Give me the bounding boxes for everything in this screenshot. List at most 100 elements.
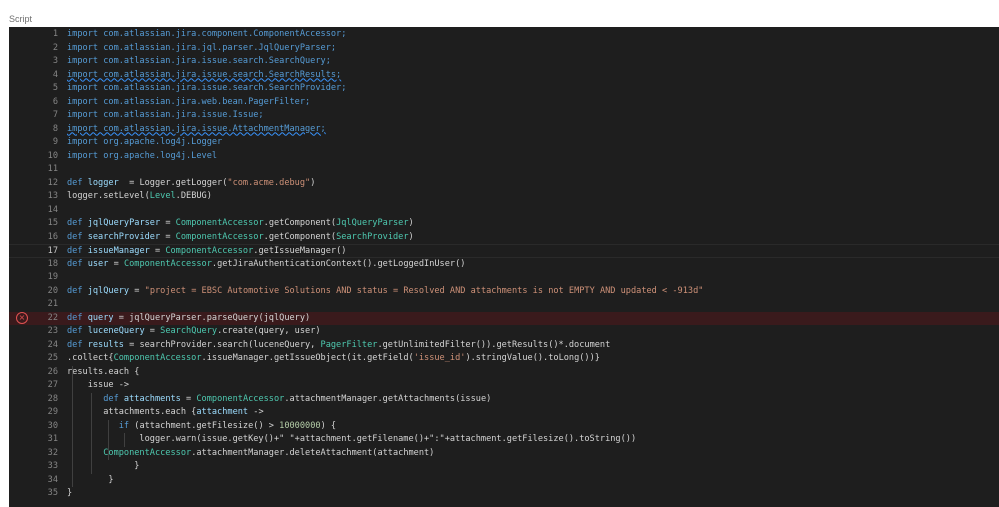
line-number: 12 (47, 177, 58, 188)
code-line[interactable]: 17 def issueManager = ComponentAccessor.g… (9, 244, 999, 258)
code-line[interactable]: 32 ComponentAccessor.attachmentManager.d… (9, 447, 999, 461)
code-line[interactable]: 33 } (9, 460, 999, 474)
code-text: import com.atlassian.jira.issue.search.S… (67, 82, 346, 96)
code-token: def (67, 177, 88, 188)
code-token: logger (87, 177, 119, 188)
code-line[interactable]: 9 import org.apache.log4j.Logger (9, 136, 999, 150)
code-token: ComponentAccessor (196, 393, 285, 404)
code-line[interactable]: 10 import org.apache.log4j.Level (9, 150, 999, 164)
code-line[interactable]: 2 import com.atlassian.jira.jql.parser.Jq… (9, 42, 999, 56)
line-number: 8 (52, 123, 58, 134)
indent-guide (108, 419, 109, 460)
code-token: ) (408, 218, 414, 228)
code-token: logger.setLevel( (67, 191, 150, 201)
code-token: if (118, 420, 130, 431)
code-text: attachments.each {attachment -> (67, 406, 263, 420)
code-line[interactable]: 31 logger.warn(issue.getKey()+" "+attach… (9, 433, 999, 447)
code-line[interactable]: 24 def results = searchProvider.search(lu… (9, 339, 999, 353)
code-editor[interactable]: 1 import com.atlassian.jira.component.Com… (9, 27, 999, 507)
code-token: import com.atlassian.jira.web.bean.Pager… (67, 96, 311, 107)
code-line[interactable]: 1 import com.atlassian.jira.component.Com… (9, 28, 999, 42)
line-number: 7 (52, 110, 58, 120)
code-line[interactable]: 16 def searchProvider = ComponentAccessor… (9, 231, 999, 245)
code-line[interactable]: 30 if (attachment.getFilesize() > 100000… (9, 420, 999, 434)
code-token: def (103, 393, 124, 404)
code-token: .getComponent( (263, 231, 337, 242)
code-token: import org.apache.log4j.Level (67, 150, 218, 161)
code-token: JqlQueryParser (336, 218, 409, 228)
code-token: .collect{ (67, 353, 114, 363)
line-number: 25 (47, 353, 58, 363)
code-text: def searchProvider = ComponentAccessor.g… (67, 231, 414, 245)
code-token: ComponentAccessor (103, 447, 192, 458)
code-line[interactable]: 5 import com.atlassian.jira.issue.search.… (9, 82, 999, 96)
code-line[interactable]: 15 def jqlQueryParser = ComponentAccessor… (9, 217, 999, 231)
code-line[interactable]: 28 def attachments = ComponentAccessor.a… (9, 393, 999, 407)
code-text: issue -> (67, 379, 129, 393)
code-line[interactable]: 6 import com.atlassian.jira.web.bean.Page… (9, 96, 999, 110)
code-line[interactable]: 20 def jqlQuery = "project = EBSC Automot… (9, 285, 999, 299)
code-text: def logger = Logger.getLogger("com.acme.… (67, 177, 315, 191)
code-token: = (160, 231, 176, 242)
code-token: ComponentAccessor (113, 353, 202, 363)
code-line[interactable]: 7 import com.atlassian.jira.issue.Issue; (9, 109, 999, 123)
code-token: luceneQuery (87, 326, 145, 336)
code-token: } (67, 488, 73, 498)
code-text: import com.atlassian.jira.jql.parser.Jql… (67, 42, 336, 56)
code-text: ComponentAccessor.attachmentManager.dele… (67, 447, 434, 461)
code-line[interactable]: 13 logger.setLevel(Level.DEBUG) (9, 190, 999, 204)
code-line[interactable]: 21 (9, 298, 999, 312)
line-number: 32 (47, 447, 58, 458)
code-line[interactable]: 35} (9, 487, 999, 501)
code-line[interactable]: 3 import com.atlassian.jira.issue.search.… (9, 55, 999, 69)
code-token: def (67, 258, 88, 269)
code-token: import com.atlassian.jira.issue.search.S… (67, 69, 342, 80)
line-number: 27 (47, 380, 58, 390)
line-number: 6 (52, 96, 58, 107)
code-token: def (67, 312, 88, 323)
code-token: = (129, 285, 145, 296)
indent-guide (91, 392, 92, 474)
code-line[interactable]: 18 def user = ComponentAccessor.getJiraAu… (9, 258, 999, 272)
code-token: .issueManager.getIssueObject(it.getField… (201, 353, 414, 363)
code-token: attachments (123, 393, 181, 404)
line-number: 23 (47, 326, 58, 336)
line-number: 19 (47, 272, 58, 282)
code-token: results.each { (67, 366, 140, 377)
code-token: ) { (320, 420, 337, 431)
code-line[interactable]: 14 (9, 204, 999, 218)
line-number: 29 (47, 407, 58, 417)
code-token: issue -> (67, 380, 130, 390)
code-text: import com.atlassian.jira.issue.search.S… (67, 55, 331, 69)
code-line[interactable]: 11 (9, 163, 999, 177)
code-token: SearchProvider (336, 231, 409, 242)
code-token: attachments.each { (67, 407, 197, 417)
code-token: jqlQueryParser (87, 218, 161, 228)
code-line[interactable]: 26 results.each { (9, 366, 999, 380)
code-text: import org.apache.log4j.Level (67, 150, 217, 164)
code-text: import com.atlassian.jira.issue.Issue; (67, 109, 264, 123)
code-line[interactable]: 34 } (9, 474, 999, 488)
code-token: .getIssueManager() (253, 246, 347, 256)
code-token: def (67, 246, 88, 256)
code-text: def luceneQuery = SearchQuery.create(que… (67, 325, 321, 339)
code-line[interactable]: 23 def luceneQuery = SearchQuery.create(q… (9, 325, 999, 339)
code-line[interactable]: 25 .collect{ComponentAccessor.issueManage… (9, 352, 999, 366)
code-line[interactable]: × 22 def query = jqlQueryParser.parseQuery… (9, 311, 999, 325)
code-line[interactable]: 4 import com.atlassian.jira.issue.search.… (9, 69, 999, 83)
line-number: 20 (47, 285, 58, 296)
line-number: 11 (47, 164, 58, 174)
code-line[interactable]: 19 (9, 271, 999, 285)
code-text: import com.atlassian.jira.issue.Attachme… (67, 123, 326, 137)
code-line[interactable]: 12 def logger = Logger.getLogger("com.acm… (9, 177, 999, 191)
code-line[interactable]: 27 issue -> (9, 379, 999, 393)
code-line[interactable]: 29 attachments.each {attachment -> (9, 406, 999, 420)
line-number: 26 (47, 366, 58, 377)
code-text: def attachments = ComponentAccessor.atta… (67, 393, 491, 407)
code-token: ComponentAccessor (175, 218, 264, 228)
code-line[interactable]: 8 import com.atlassian.jira.issue.Attachm… (9, 123, 999, 137)
code-token: import com.atlassian.jira.issue.search.S… (67, 83, 347, 93)
script-section-label: Script (9, 14, 33, 24)
code-text: def issueManager = ComponentAccessor.get… (67, 245, 346, 259)
code-token: = (144, 326, 161, 336)
